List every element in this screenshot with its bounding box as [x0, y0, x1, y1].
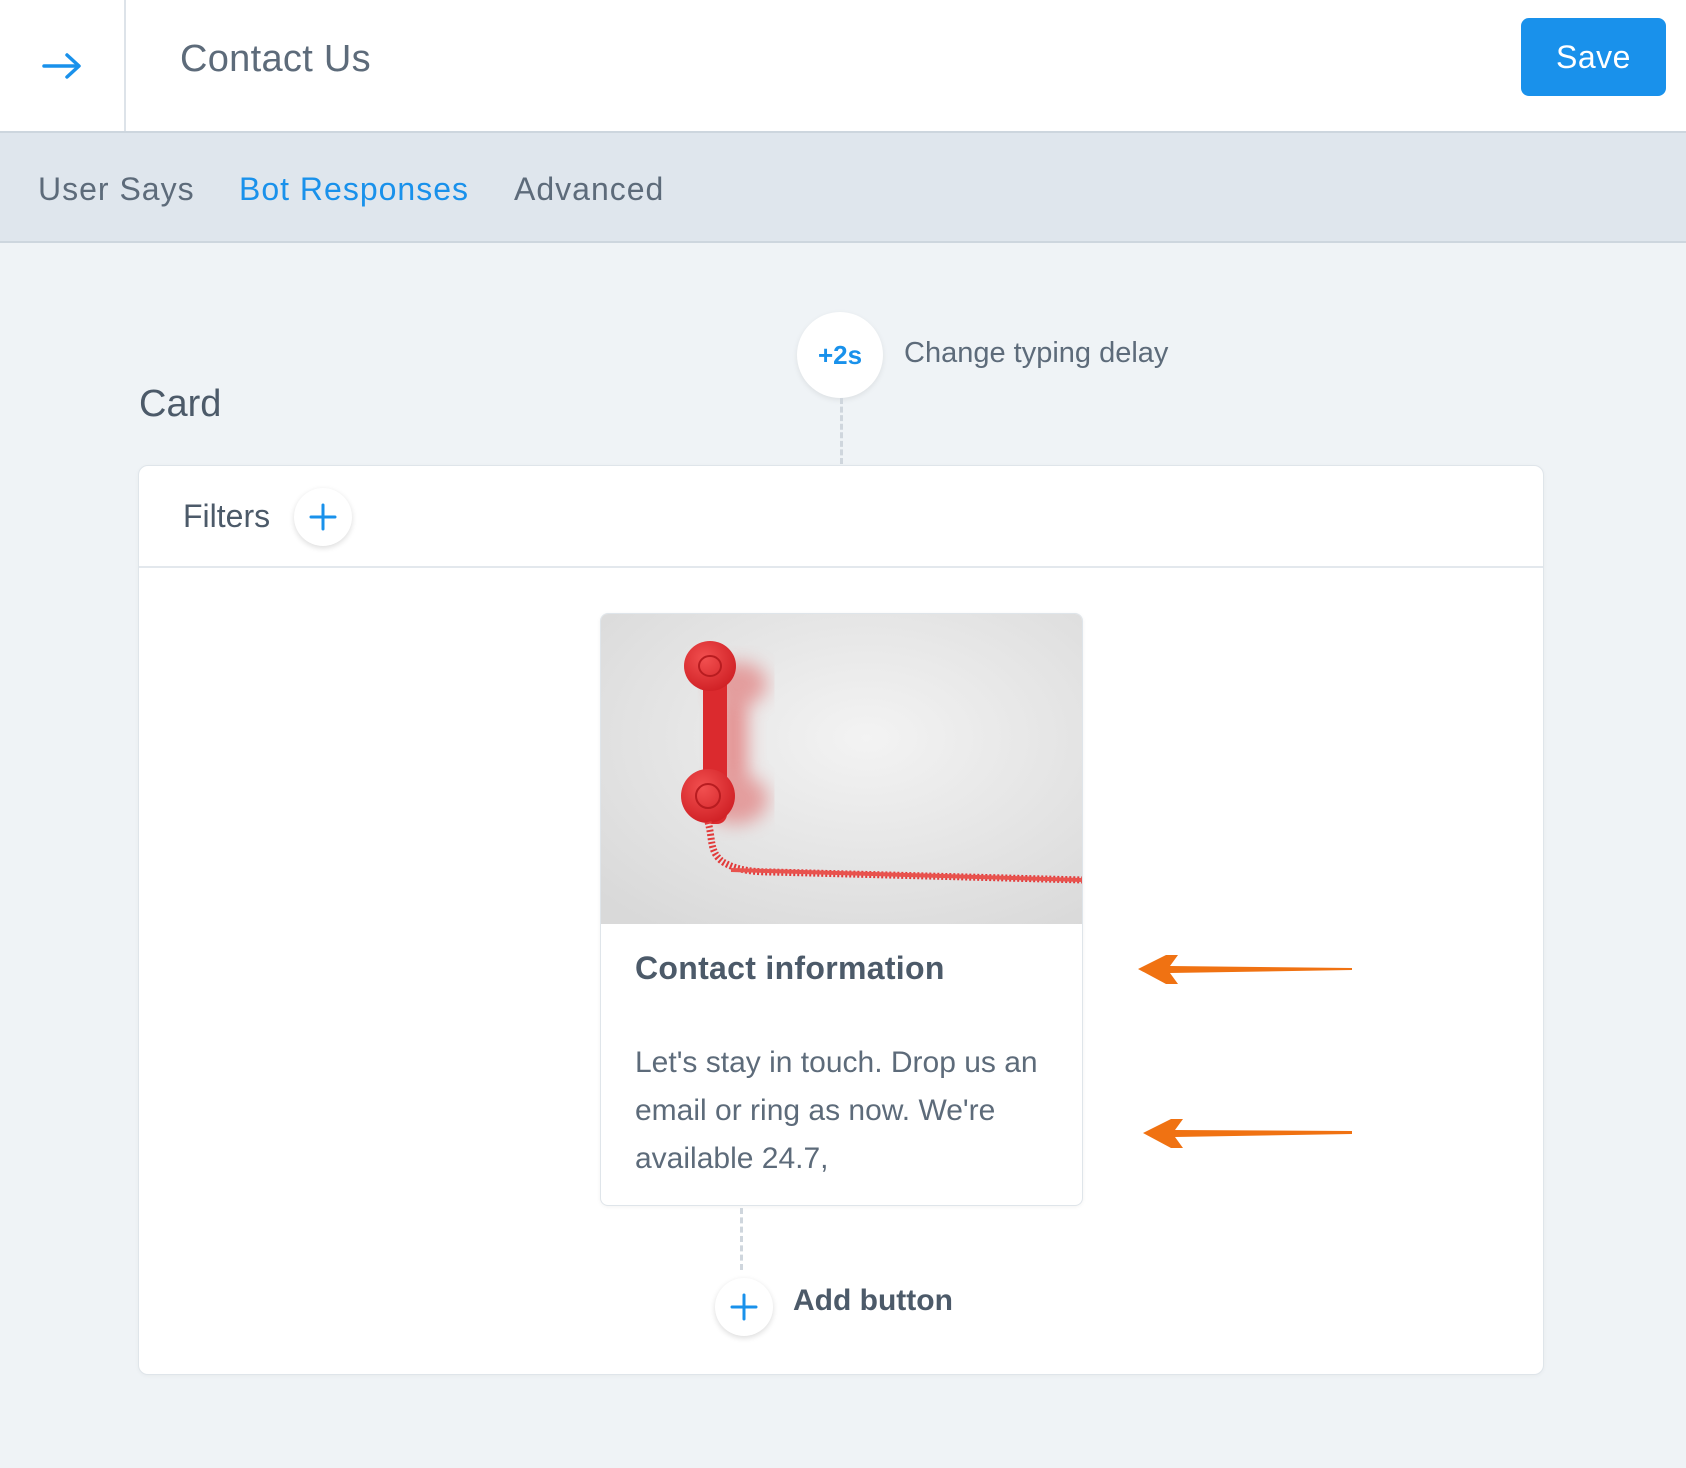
- annotation-arrow-icon: [1143, 1119, 1352, 1148]
- typing-delay-label[interactable]: Change typing delay: [904, 337, 1168, 370]
- plus-icon: [730, 1293, 758, 1321]
- add-button-label[interactable]: Add button: [793, 1284, 953, 1318]
- tab-advanced[interactable]: Advanced: [514, 171, 664, 208]
- typing-delay-button[interactable]: +2s: [797, 312, 883, 398]
- connector-line: [840, 398, 843, 464]
- add-filter-button[interactable]: [294, 488, 352, 546]
- tab-user-says[interactable]: User Says: [38, 171, 195, 208]
- arrow-right-icon: [42, 52, 81, 79]
- plus-icon: [309, 503, 337, 531]
- response-card[interactable]: Contact information Let's stay in touch.…: [600, 613, 1083, 1206]
- card-image[interactable]: [601, 614, 1082, 924]
- card-panel: Filters Contact information Let's stay i…: [138, 465, 1544, 1375]
- tab-bar: User Says Bot Responses Advanced: [0, 133, 1686, 243]
- tab-bot-responses[interactable]: Bot Responses: [239, 171, 469, 208]
- back-button[interactable]: [0, 0, 126, 131]
- filters-label: Filters: [183, 498, 271, 534]
- header-bar: Contact Us Save: [0, 0, 1686, 133]
- add-button-button[interactable]: [715, 1278, 773, 1336]
- connector-line: [740, 1208, 743, 1270]
- card-title[interactable]: Contact information: [635, 950, 945, 987]
- page-title: Contact Us: [180, 38, 371, 80]
- red-telephone-image: [601, 614, 1082, 924]
- save-button[interactable]: Save: [1521, 18, 1666, 96]
- filters-row: Filters: [139, 466, 1543, 568]
- section-label: Card: [139, 383, 222, 425]
- annotation-arrow-icon: [1138, 955, 1352, 984]
- card-body[interactable]: Let's stay in touch. Drop us an email or…: [635, 1039, 1055, 1183]
